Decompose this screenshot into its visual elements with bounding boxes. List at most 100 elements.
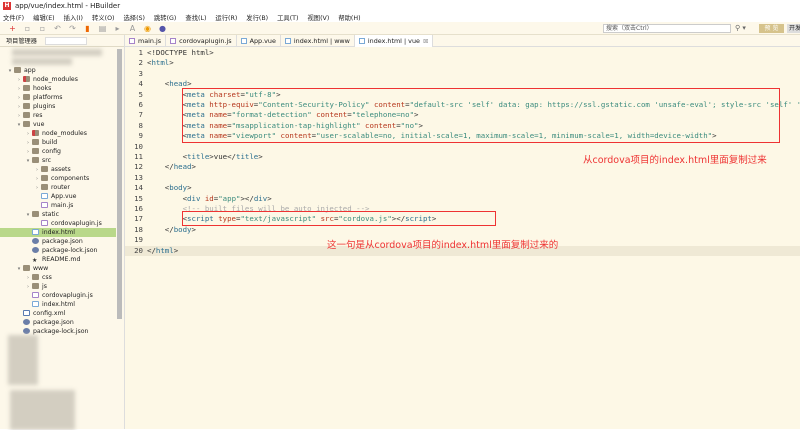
menu-item[interactable]: 插入(I) xyxy=(64,13,83,22)
folder-icon xyxy=(23,85,30,91)
folder-icon xyxy=(23,112,30,118)
menu-item[interactable]: 文件(F) xyxy=(3,13,24,22)
tree-item[interactable]: ▾ vue xyxy=(0,120,116,129)
code-editor[interactable]: 20 </html> 19 18 </body> 17 <script type="te… xyxy=(125,47,800,429)
code-token: title xyxy=(187,152,210,161)
tree-item[interactable]: index.html xyxy=(0,300,116,309)
tree-item[interactable]: ▾ app xyxy=(0,66,116,75)
js-icon xyxy=(41,202,48,208)
editor-tab[interactable]: index.html | www xyxy=(281,35,355,47)
annotation-meta: 从cordova项目的index.html里面复制过来 xyxy=(583,155,767,166)
close-tab-icon[interactable]: ⊠ xyxy=(423,35,428,47)
menu-item[interactable]: 发行(B) xyxy=(246,13,268,22)
code-token: </ xyxy=(147,224,174,234)
tree-item-label: package.json xyxy=(42,238,83,245)
tree-item[interactable]: package.json xyxy=(0,318,116,327)
tree-item[interactable]: ▾ static xyxy=(0,210,116,219)
code-line: 2 <html> xyxy=(125,58,800,68)
line-number: 12 xyxy=(134,162,143,172)
menu-item[interactable]: 跳转(G) xyxy=(154,13,176,22)
bookmark-icon[interactable]: ▮ xyxy=(83,24,92,33)
redo-icon[interactable]: ↷ xyxy=(68,24,77,33)
search-icon[interactable]: ⚲ ▾ xyxy=(735,24,746,32)
menu-item[interactable]: 编辑(E) xyxy=(33,13,55,22)
line-number: 15 xyxy=(134,193,143,203)
code-token: < xyxy=(147,152,188,161)
proj-icon xyxy=(14,67,21,73)
save-all-icon[interactable]: ▫ xyxy=(38,24,47,33)
menu-item[interactable]: 选择(S) xyxy=(123,13,145,22)
tree-item[interactable]: › config xyxy=(0,147,116,156)
tree-item[interactable]: › node_modules xyxy=(0,75,116,84)
line-number: 8 xyxy=(138,120,143,130)
folder-icon xyxy=(32,274,39,280)
undo-icon[interactable]: ↶ xyxy=(53,24,62,33)
tree-item[interactable]: ▾ src xyxy=(0,156,116,165)
code-token: </ xyxy=(147,245,156,255)
line-number: 17 xyxy=(134,214,143,224)
tree-item[interactable]: › assets xyxy=(0,165,116,174)
plugin-icon[interactable]: ● xyxy=(158,24,167,33)
tree-item[interactable]: cordovaplugin.js xyxy=(0,291,116,300)
editor-tab[interactable]: cordovaplugin.js xyxy=(166,35,237,47)
sidebar-scrollbar[interactable] xyxy=(117,49,122,319)
save-icon[interactable]: ▫ xyxy=(23,24,32,33)
new-icon[interactable]: + xyxy=(8,24,17,33)
format-icon[interactable]: ▤ xyxy=(98,24,107,33)
tree-item[interactable]: › hooks xyxy=(0,84,116,93)
run-icon[interactable]: ▸ xyxy=(113,24,122,33)
tree-item-label: cordovaplugin.js xyxy=(51,220,102,227)
tree-item-label: res xyxy=(33,112,43,119)
menu-item[interactable]: 转义(O) xyxy=(92,13,114,22)
tree-item-label: App.vue xyxy=(51,193,77,200)
project-filter-input[interactable] xyxy=(45,37,87,45)
tree-item[interactable]: › platforms xyxy=(0,93,116,102)
tree-item[interactable]: › res xyxy=(0,111,116,120)
dev-mode-button[interactable]: 开发 xyxy=(787,24,800,33)
code-token: body xyxy=(169,183,188,193)
editor-tab[interactable]: App.vue xyxy=(237,35,281,47)
tree-item[interactable]: main.js xyxy=(0,201,116,210)
code-token: > xyxy=(187,183,192,193)
menu-item[interactable]: 视图(V) xyxy=(307,13,329,22)
tree-item[interactable]: › js xyxy=(0,282,116,291)
tree-item[interactable]: › components xyxy=(0,174,116,183)
tree-item[interactable]: package.json xyxy=(0,237,116,246)
tree-item[interactable]: › plugins xyxy=(0,102,116,111)
code-token: <!DOCTYPE html> xyxy=(147,48,214,57)
font-up-icon[interactable]: A xyxy=(128,24,137,33)
blurred-item xyxy=(10,390,75,430)
tree-item[interactable]: ★ README.md xyxy=(0,255,116,264)
tree-item-label: www xyxy=(33,265,49,272)
code-token: head xyxy=(169,79,188,89)
editor-tab[interactable]: main.js xyxy=(125,35,167,47)
menu-item[interactable]: 运行(R) xyxy=(215,13,237,22)
tree-item[interactable]: › node_modules xyxy=(0,129,116,138)
tree-item[interactable]: › router xyxy=(0,183,116,192)
browser-icon[interactable]: ◉ xyxy=(143,24,152,33)
tree-item-label: router xyxy=(51,184,70,191)
tree-item-label: platforms xyxy=(33,94,63,101)
folder-icon xyxy=(41,184,48,190)
tree-item[interactable]: index.html xyxy=(0,228,116,237)
menu-item[interactable]: 查找(L) xyxy=(185,13,206,22)
line-number: 9 xyxy=(138,131,143,141)
search-input[interactable]: 搜索（双击Ctrl） xyxy=(603,24,731,33)
editor-tab[interactable]: index.html | vue ⊠ xyxy=(354,35,434,47)
tree-item[interactable]: cordovaplugin.js xyxy=(0,219,116,228)
tab-label: cordovaplugin.js xyxy=(179,37,232,45)
tree-item[interactable]: ▾ www xyxy=(0,264,116,273)
highlight-box-meta xyxy=(182,88,780,143)
tree-item[interactable]: package-lock.json xyxy=(0,246,116,255)
folder-icon xyxy=(32,283,39,289)
tree-item[interactable]: › build xyxy=(0,138,116,147)
menu-item[interactable]: 工具(T) xyxy=(277,13,298,22)
menu-item[interactable]: 帮助(H) xyxy=(338,13,360,22)
tree-item[interactable]: › css xyxy=(0,273,116,282)
preview-button[interactable]: 预 览 xyxy=(759,24,784,33)
tree-item-label: components xyxy=(51,175,90,182)
tree-item-label: assets xyxy=(51,166,71,173)
tree-item[interactable]: App.vue xyxy=(0,192,116,201)
code-line: 10 xyxy=(125,142,800,152)
tree-item[interactable]: config.xml xyxy=(0,309,116,318)
